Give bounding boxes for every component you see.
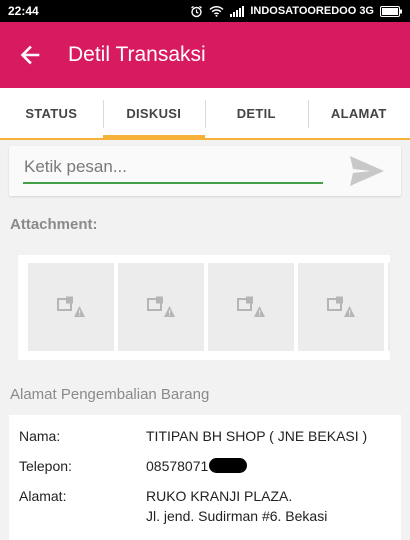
return-address-title: Alamat Pengembalian Barang: [10, 386, 210, 403]
attachment-thumbnail[interactable]: [298, 263, 384, 351]
broken-image-icon: [147, 296, 175, 317]
tab-status[interactable]: STATUS: [0, 88, 103, 138]
phone-value-wrap: 08578071: [146, 456, 248, 476]
status-bar: 22:44 INDOSATOOREDOO 3G: [0, 0, 410, 22]
alarm-icon: [190, 5, 203, 18]
tab-alamat[interactable]: ALAMAT: [307, 88, 410, 138]
name-value: TITIPAN BH SHOP ( JNE BEKASI ): [146, 428, 368, 444]
attachment-thumbnail[interactable]: [118, 263, 204, 351]
tab-bar: STATUS DISKUSI DETIL ALAMAT: [0, 88, 410, 140]
send-icon: [350, 156, 384, 186]
carrier-label: INDOSATOOREDOO 3G: [250, 5, 374, 17]
status-time: 22:44: [8, 4, 39, 18]
broken-image-icon: [327, 296, 355, 317]
phone-value: 08578071: [146, 458, 209, 474]
attachment-strip: [18, 255, 390, 360]
back-button[interactable]: [0, 22, 60, 88]
app-bar: Detil Transaksi: [0, 22, 410, 88]
status-icons: INDOSATOOREDOO 3G: [190, 5, 402, 18]
message-input[interactable]: [23, 154, 323, 184]
attachment-thumbnail[interactable]: [208, 263, 294, 351]
address-line-1: RUKO KRANJI PLAZA.: [146, 488, 293, 504]
tab-detil[interactable]: DETIL: [205, 88, 308, 138]
address-line-2: Jl. jend. Sudirman #6. Bekasi: [146, 508, 328, 524]
page-title: Detil Transaksi: [68, 43, 206, 66]
attachment-title: Attachment:: [10, 216, 98, 233]
wifi-icon: [209, 5, 224, 17]
name-label: Nama:: [19, 428, 61, 444]
tab-diskusi[interactable]: DISKUSI: [102, 88, 206, 140]
address-label: Alamat:: [19, 488, 67, 504]
arrow-left-icon: [20, 45, 40, 65]
redaction-mask: [209, 458, 248, 473]
battery-icon: [380, 5, 402, 17]
broken-image-icon: [57, 296, 85, 317]
signal-icon: [230, 5, 245, 17]
broken-image-icon: [237, 296, 265, 317]
message-composer: [9, 146, 401, 196]
phone-label: Telepon:: [19, 458, 72, 474]
attachment-thumbnail[interactable]: [28, 263, 114, 351]
send-button[interactable]: [347, 154, 387, 188]
attachment-thumbnail[interactable]: [388, 263, 390, 351]
return-address-card: Nama: TITIPAN BH SHOP ( JNE BEKASI ) Tel…: [9, 415, 401, 540]
